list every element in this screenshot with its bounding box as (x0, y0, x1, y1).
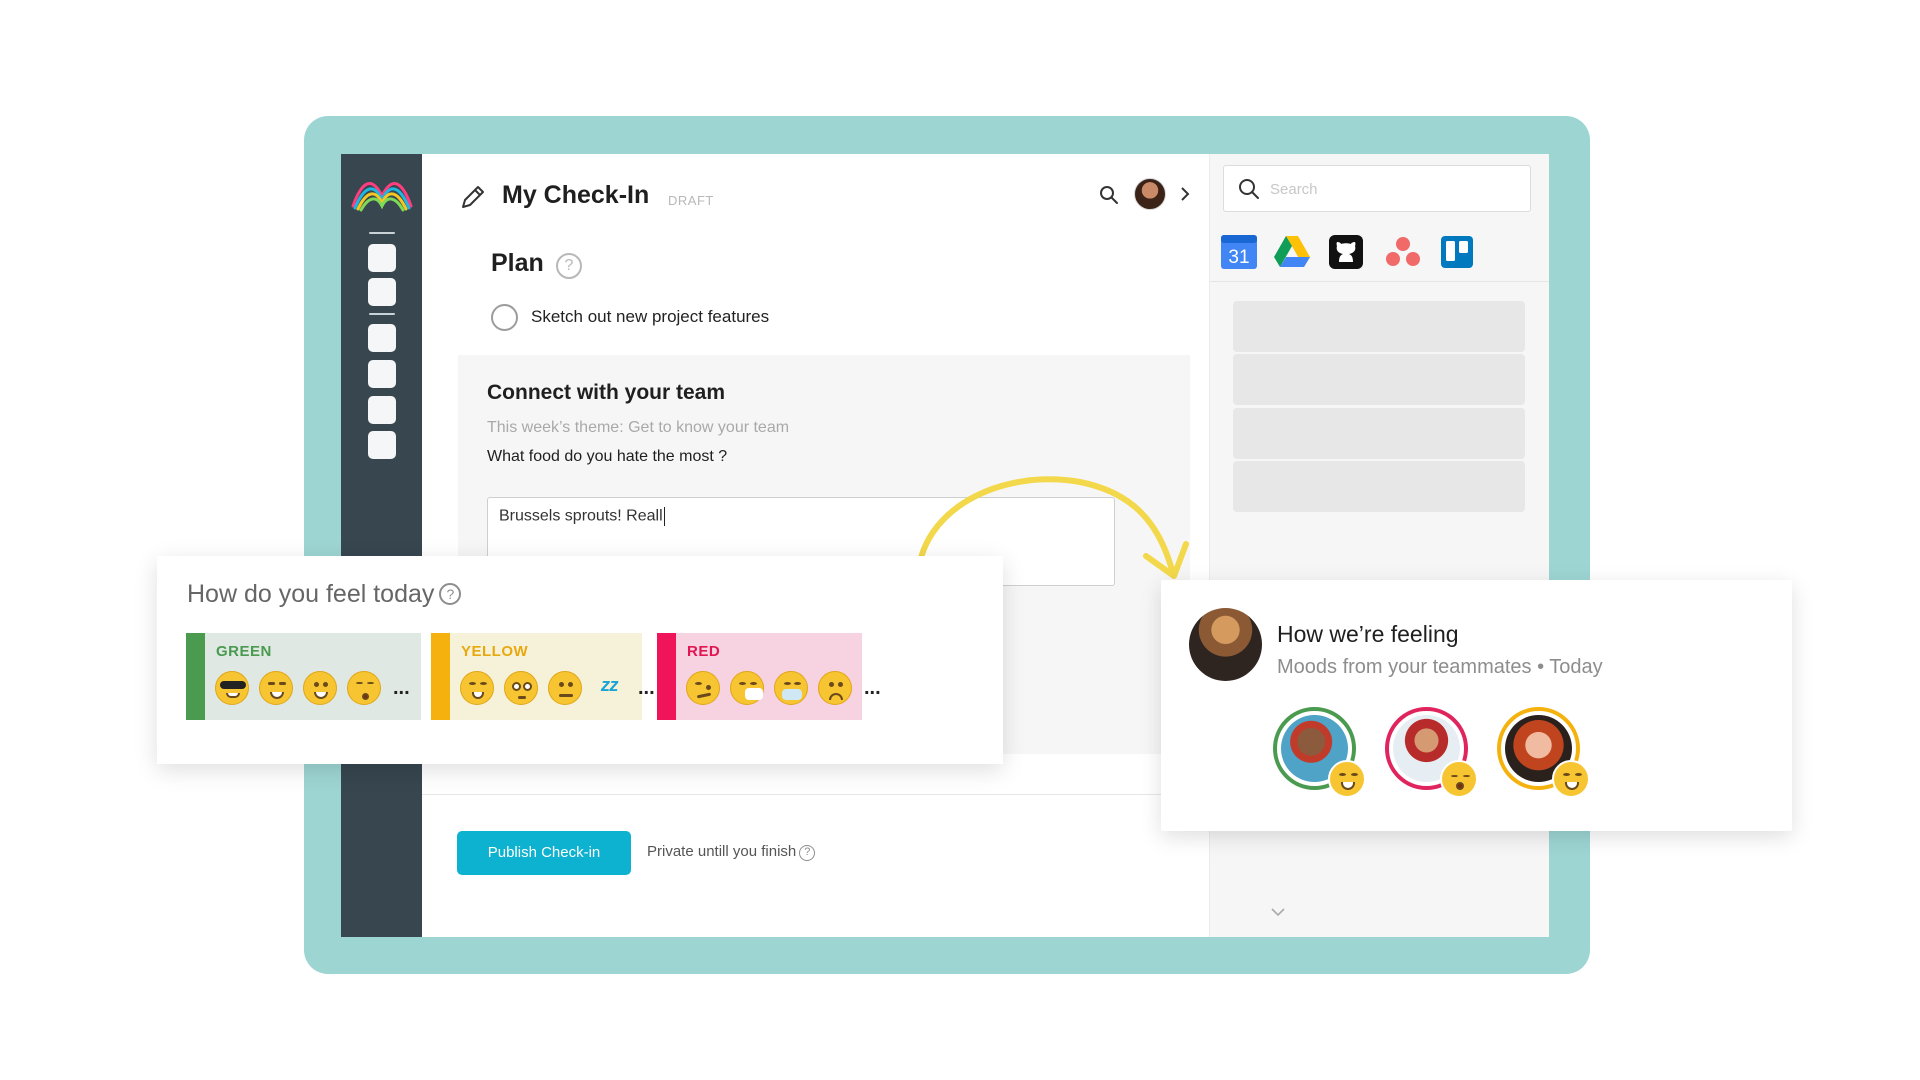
question-text: What food do you hate the most ? (487, 448, 728, 465)
page-title: My Check-In (502, 181, 650, 209)
mood-emojis: ... (215, 671, 410, 705)
mood-color-bar (657, 633, 676, 720)
rail-item-3[interactable] (368, 324, 396, 352)
more-moods[interactable]: ... (393, 671, 410, 705)
team-card-title: How we’re feeling (1277, 621, 1459, 647)
pencil-icon (462, 186, 484, 208)
help-icon[interactable]: ? (799, 845, 816, 861)
private-text: Private untill you finish (647, 843, 797, 860)
rail-item-1[interactable] (368, 244, 396, 272)
mood-emojis: ᶻᶻ ... (460, 671, 655, 705)
loading-placeholder (1233, 408, 1525, 459)
rail-item-2[interactable] (368, 278, 396, 306)
huffing-face-icon[interactable] (460, 671, 494, 705)
user-avatar[interactable] (1134, 178, 1166, 210)
private-note: Private untill you finish? (647, 843, 816, 861)
draft-badge: DRAFT (668, 193, 714, 208)
chevron-right-icon[interactable] (1178, 185, 1192, 203)
teammate-avatar[interactable] (1273, 707, 1366, 798)
sleeping-face-icon (1440, 760, 1478, 798)
chevron-down-icon[interactable] (1269, 906, 1287, 918)
team-avatar (1189, 608, 1262, 681)
help-icon[interactable]: ? (439, 583, 462, 605)
mood-group-yellow[interactable]: YELLOW ᶻᶻ ... (431, 633, 655, 720)
text-caret (663, 507, 665, 526)
help-icon[interactable]: ? (556, 253, 582, 279)
mask-face-icon[interactable] (774, 671, 808, 705)
mood-color-bar (186, 633, 205, 720)
calendar-day: 31 (1228, 247, 1249, 268)
loading-placeholder (1233, 301, 1525, 352)
team-card-subtitle: Moods from your teammates • Today (1277, 656, 1603, 678)
mood-picker-title: How do you feel today? (187, 580, 462, 609)
rail-divider (369, 232, 395, 234)
neutral-face-icon[interactable] (548, 671, 582, 705)
grinning-face-icon[interactable] (303, 671, 337, 705)
google-drive-icon[interactable] (1273, 234, 1311, 270)
more-moods[interactable]: ... (638, 671, 655, 705)
google-calendar-icon[interactable]: 31 (1220, 234, 1258, 270)
app-logo[interactable] (349, 174, 415, 214)
cool-face-icon[interactable] (215, 671, 249, 705)
asana-icon[interactable] (1384, 234, 1422, 270)
answer-value: Brussels sprouts! Reall (499, 507, 663, 525)
mood-group-red[interactable]: RED ... (657, 633, 881, 720)
mood-emojis: ... (686, 671, 881, 705)
laughing-face-icon (1328, 760, 1366, 798)
sneezing-face-icon[interactable] (730, 671, 764, 705)
woozy-face-icon[interactable] (686, 671, 720, 705)
rail-item-6[interactable] (368, 431, 396, 459)
flushed-face-icon[interactable] (504, 671, 538, 705)
search-icon (1239, 179, 1259, 199)
stage: My Check-In DRAFT Plan ? Sketch out new … (0, 0, 1920, 1080)
team-mood-card: How we’re feeling Moods from your teamma… (1161, 580, 1792, 831)
nav-rail (341, 154, 422, 937)
mood-picker-title-text: How do you feel today (187, 580, 435, 608)
apps-divider (1210, 281, 1549, 282)
mood-label: RED (687, 643, 721, 660)
sidebar-search-input[interactable]: Search (1223, 165, 1531, 212)
mood-color-bar (431, 633, 450, 720)
task-checkbox[interactable] (491, 304, 518, 331)
task-label: Sketch out new project features (531, 307, 770, 326)
rail-item-5[interactable] (368, 396, 396, 424)
teammate-avatar[interactable] (1497, 707, 1590, 798)
search-icon[interactable] (1098, 184, 1120, 206)
loading-placeholder (1233, 461, 1525, 512)
publish-button[interactable]: Publish Check-in (457, 831, 631, 875)
mood-label: GREEN (216, 643, 272, 660)
rail-item-4[interactable] (368, 360, 396, 388)
theme-text: This week’s theme: Get to know your team (487, 419, 790, 436)
mood-label: YELLOW (461, 643, 529, 660)
loading-placeholder (1233, 354, 1525, 405)
trello-icon[interactable] (1438, 234, 1476, 270)
rail-divider (369, 313, 395, 315)
zzz-icon[interactable]: ᶻᶻ (592, 673, 626, 704)
laughing-face-icon (1552, 760, 1590, 798)
sleeping-face-icon[interactable] (347, 671, 381, 705)
github-icon[interactable] (1327, 234, 1365, 270)
mood-picker-card: How do you feel today? GREEN ... YELLOW … (157, 556, 1003, 764)
mood-group-green[interactable]: GREEN ... (186, 633, 421, 720)
more-moods[interactable]: ... (864, 671, 881, 705)
frowning-face-icon[interactable] (818, 671, 852, 705)
connect-heading: Connect with your team (487, 381, 726, 404)
teammate-avatar[interactable] (1385, 707, 1478, 798)
laughing-face-icon[interactable] (259, 671, 293, 705)
plan-heading: Plan (491, 249, 544, 277)
footer-divider (422, 794, 1209, 795)
search-placeholder: Search (1270, 181, 1318, 198)
